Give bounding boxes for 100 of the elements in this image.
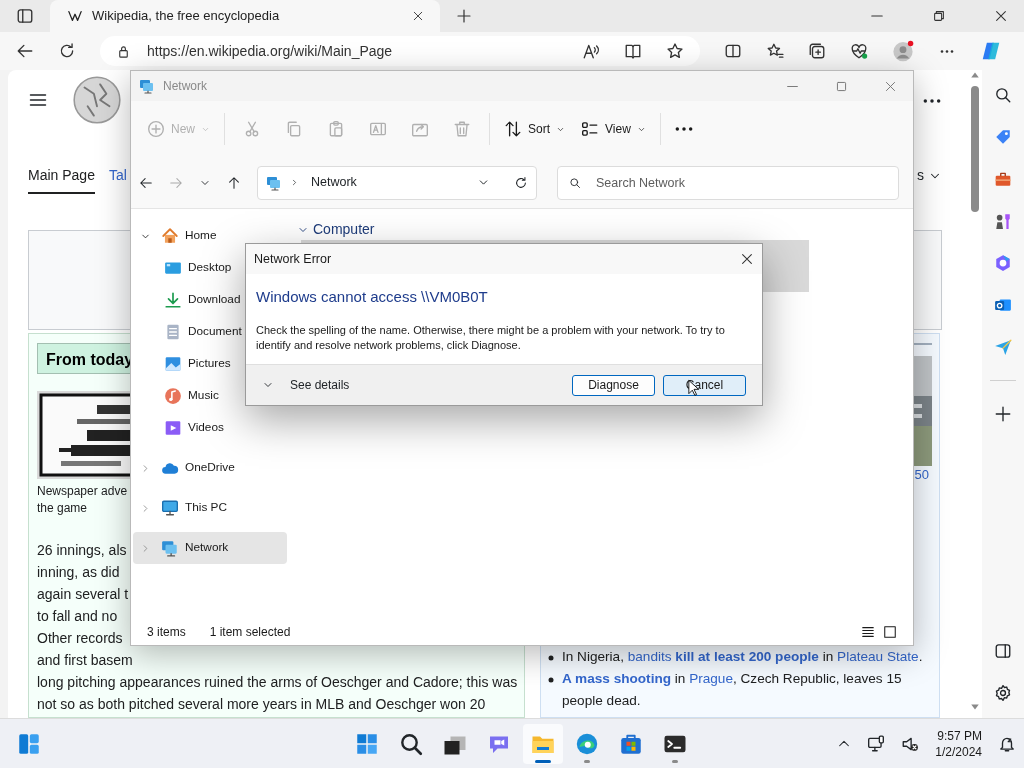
office-logo-icon[interactable]	[994, 254, 1012, 272]
network-folder-icon	[161, 539, 179, 557]
text-line: 26 innings, als	[37, 541, 127, 560]
scroll-thumb[interactable]	[970, 86, 979, 212]
news-link[interactable]: Plateau State	[837, 649, 919, 664]
news-item: In Nigeria, bandits kill at least 200 people in Plateau State.	[562, 648, 923, 666]
news-link[interactable]: bandits	[627, 649, 672, 664]
copilot-icon[interactable]	[980, 40, 1002, 62]
globe-logo-icon[interactable]	[72, 75, 122, 125]
image-icon	[164, 355, 182, 373]
split-screen-icon[interactable]	[724, 42, 742, 60]
briefcase-icon[interactable]	[994, 170, 1012, 188]
up-icon[interactable]	[227, 175, 241, 190]
chess-pieces-icon[interactable]	[994, 212, 1012, 230]
details-view-icon[interactable]	[861, 625, 875, 639]
image-caption: the game	[37, 500, 88, 517]
search-field[interactable]: Search Network	[557, 165, 899, 200]
add-icon	[147, 120, 165, 138]
nav-item[interactable]: Videos	[133, 412, 287, 444]
video-icon	[164, 419, 182, 437]
news-link[interactable]: kill at least 200 people	[671, 649, 819, 664]
search-icon	[569, 176, 581, 189]
page-tab[interactable]: Main Page	[28, 165, 95, 194]
back-icon[interactable]	[139, 175, 153, 190]
menu-label[interactable]: s	[917, 165, 924, 186]
profile-avatar-icon[interactable]	[892, 40, 914, 62]
tag-icon[interactable]	[994, 128, 1012, 146]
error-heading: Windows cannot access \\VM0B0T	[255, 287, 489, 307]
group-header[interactable]: Computer	[297, 219, 913, 240]
caption-link[interactable]: 50	[914, 466, 929, 483]
music-icon	[164, 387, 182, 405]
settings-icon[interactable]	[994, 684, 1012, 702]
image-caption: Newspaper adve	[37, 483, 128, 500]
item-count: 3 items	[147, 624, 186, 641]
details-toggle[interactable]: See details	[262, 376, 350, 394]
scroll-down-icon[interactable]	[969, 702, 980, 712]
tiles-view-icon[interactable]	[883, 625, 897, 639]
favorites-icon[interactable]	[766, 42, 784, 60]
add-icon[interactable]	[994, 405, 1012, 423]
read-aloud-icon[interactable]	[582, 42, 600, 60]
maximize-icon[interactable]	[835, 79, 848, 93]
immersive-reader-icon[interactable]	[624, 42, 642, 60]
close-icon[interactable]	[412, 10, 424, 22]
network-icon[interactable]	[867, 734, 886, 753]
dialog-button[interactable]: Diagnose	[572, 374, 655, 396]
trash-icon	[453, 120, 471, 138]
close-icon[interactable]	[994, 9, 1008, 23]
clock-date[interactable]: 1/2/2024	[935, 743, 982, 760]
more-icon[interactable]	[938, 49, 956, 53]
tab-title: Wikipedia, the free encyclopedia	[92, 7, 280, 26]
restore-icon[interactable]	[932, 9, 946, 23]
nav-item[interactable]: Network	[133, 532, 287, 564]
browser-tab[interactable]: Wikipedia, the free encyclopedia	[50, 0, 440, 32]
address-text: Network	[311, 174, 357, 192]
paper-plane-icon[interactable]	[994, 338, 1012, 356]
nav-item[interactable]: This PC	[133, 492, 287, 524]
collections-icon[interactable]	[808, 42, 826, 60]
favorite-icon[interactable]	[666, 42, 684, 60]
new-tab-icon[interactable]	[456, 8, 472, 24]
view-button[interactable]: View	[573, 113, 654, 145]
mail-app-icon[interactable]	[994, 296, 1012, 314]
address-bar[interactable]: https://en.wikipedia.org/wiki/Main_Page	[100, 36, 700, 66]
home-icon	[161, 227, 179, 245]
lock-icon	[116, 43, 131, 59]
more-icon	[674, 127, 693, 131]
tab-actions-icon[interactable]	[16, 7, 34, 25]
text-line: long pitching appearances ruined the arms of Oeschger and Cadore; this was	[37, 673, 518, 692]
copy-icon	[285, 120, 303, 138]
sidebar-toggle-icon[interactable]	[994, 642, 1012, 660]
news-link[interactable]: Prague	[689, 671, 733, 686]
start-icon[interactable]	[355, 731, 379, 756]
browser-icon[interactable]	[575, 731, 599, 756]
divider	[990, 380, 1016, 381]
view-icon	[581, 120, 600, 138]
scrollbar[interactable]	[967, 70, 982, 718]
more-icon[interactable]	[922, 98, 942, 103]
text-line: Other records	[37, 629, 123, 648]
text-line: to fall and no	[37, 607, 118, 626]
heart-pulse-icon[interactable]	[850, 42, 868, 60]
selection-count: 1 item selected	[209, 624, 291, 641]
clock-time[interactable]: 9:57 PM	[935, 727, 982, 744]
back-icon[interactable]	[16, 42, 34, 60]
desktop-icon	[164, 259, 182, 277]
address-field[interactable]: Network	[257, 165, 537, 200]
nav-item[interactable]: OneDrive	[133, 452, 287, 484]
document-icon	[164, 323, 182, 341]
refresh-icon[interactable]	[58, 42, 76, 60]
sort-button[interactable]: Sort	[496, 113, 574, 145]
download-icon	[164, 291, 182, 309]
refresh-icon[interactable]	[514, 175, 528, 190]
search-icon[interactable]	[994, 86, 1012, 104]
search-icon[interactable]	[399, 731, 423, 756]
chevron-right-icon	[290, 178, 299, 187]
nav-item[interactable]: Home	[133, 220, 287, 252]
window-title: Network	[163, 78, 207, 95]
page-tab[interactable]: Tal	[108, 165, 127, 194]
close-icon[interactable]	[740, 252, 754, 266]
bullet-icon	[548, 677, 554, 683]
news-link[interactable]: A mass shooting	[562, 671, 671, 686]
network-folder-icon	[139, 78, 155, 94]
